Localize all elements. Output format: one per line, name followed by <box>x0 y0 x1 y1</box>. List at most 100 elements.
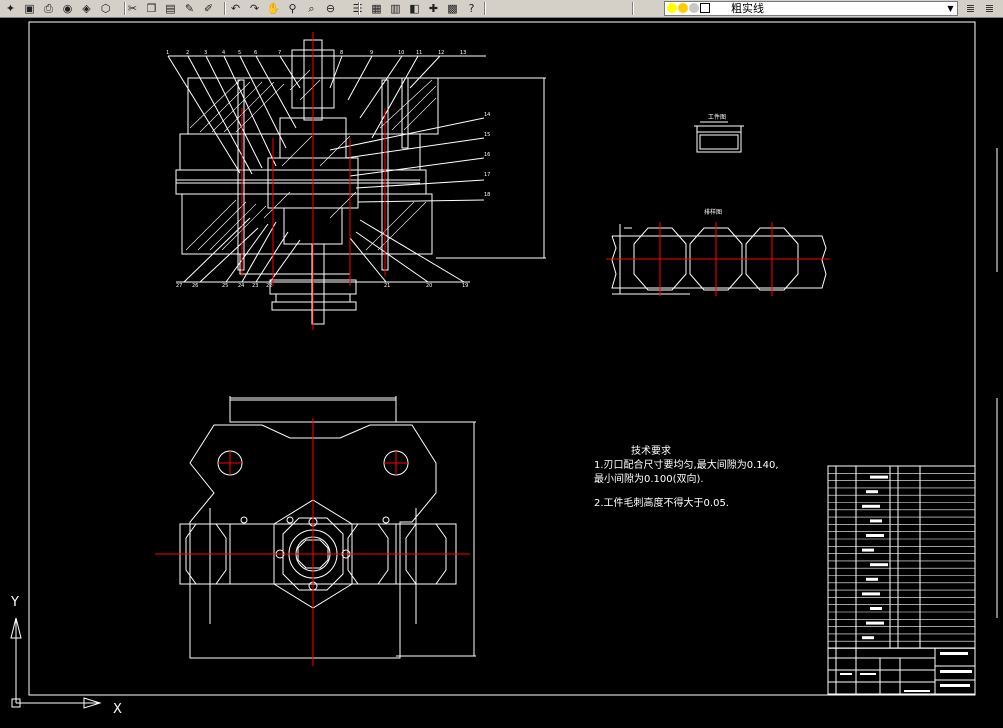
zoom-realtime-button[interactable]: ⚲ <box>284 1 301 16</box>
workpiece-drawing <box>694 121 744 153</box>
callout-number: 18 <box>484 192 490 198</box>
paste-icon: ▤ <box>165 2 176 15</box>
layer-previous-button[interactable]: ≣ <box>981 1 998 16</box>
design-center-icon: ▦ <box>371 2 382 15</box>
layer-name: 粗实线 <box>731 2 764 15</box>
tech-requirement-1b: 最小间隙为0.100(双向). <box>594 474 704 485</box>
parts-row-text-mark <box>870 563 888 567</box>
zoom-window-icon: ⌕ <box>308 2 315 15</box>
tool-palette-icon: ▥ <box>390 2 401 15</box>
callout-number: 5 <box>238 50 241 56</box>
markup-button[interactable]: ✚ <box>425 1 442 16</box>
preview-button[interactable]: ◉ <box>59 1 76 16</box>
design-center-button[interactable]: ▦ <box>368 1 385 16</box>
match-prop-icon: ✎ <box>184 2 195 15</box>
toolbar-separator <box>224 2 226 15</box>
help-icon: ? <box>468 2 475 15</box>
paste-button[interactable]: ▤ <box>162 1 179 16</box>
parts-row-text-mark <box>862 548 874 552</box>
parts-row-text-mark <box>866 621 884 625</box>
match-prop-button[interactable]: ✎ <box>181 1 198 16</box>
cut-button[interactable]: ✂ <box>124 1 141 16</box>
zoom-window-button[interactable]: ⌕ <box>303 1 320 16</box>
save-button[interactable]: ▣ <box>21 1 38 16</box>
chevron-down-icon[interactable]: ▼ <box>944 2 957 15</box>
callout-number: 15 <box>484 132 490 138</box>
callout-number: 17 <box>484 172 490 178</box>
callout-number: 2 <box>186 50 189 56</box>
layer-dropdown[interactable]: 粗实线 ▼ <box>664 1 958 16</box>
callout-number: 13 <box>460 50 466 56</box>
callout-number: 21 <box>384 283 390 289</box>
parts-list-table <box>827 465 976 695</box>
new-button[interactable]: ✦ <box>2 1 19 16</box>
copy-icon: ❐ <box>146 2 157 15</box>
pan-icon: ✋ <box>266 2 281 15</box>
cut-icon: ✂ <box>127 2 138 15</box>
sheet-set-button[interactable]: ◧ <box>406 1 423 16</box>
plot-button[interactable]: ⬡ <box>97 1 114 16</box>
print-button[interactable]: ⎙ <box>40 1 57 16</box>
pan-button[interactable]: ✋ <box>265 1 282 16</box>
plan-centerlines <box>155 418 470 666</box>
callout-number: 26 <box>192 283 198 289</box>
tech-requirement-1: 1.刃口配合尺寸要均匀,最大间隙为0.140, <box>594 460 779 471</box>
layer-lock-icon <box>689 3 699 13</box>
help-button[interactable]: ? <box>463 1 480 16</box>
callout-number: 20 <box>426 283 432 289</box>
callout-number: 4 <box>222 50 225 56</box>
callout-number: 12 <box>438 50 444 56</box>
drawing-canvas[interactable]: 1 2 3 4 5 6 7 8 9 10 11 12 13 14 15 16 17 18 27 26 25 24 23 2… <box>0 18 1003 728</box>
calculator-icon: ▩ <box>447 2 458 15</box>
sheet-set-icon: ◧ <box>409 2 420 15</box>
publish-button[interactable]: ◈ <box>78 1 95 16</box>
parts-row-text-mark <box>866 490 878 494</box>
ucs-y-label: Y <box>10 595 19 610</box>
section-centerlines <box>241 32 386 330</box>
copy-button[interactable]: ❐ <box>143 1 160 16</box>
block-edit-button[interactable]: ✐ <box>200 1 217 16</box>
callout-number: 6 <box>254 50 257 56</box>
parts-row-text-mark <box>866 577 878 581</box>
callout-number: 11 <box>416 50 422 56</box>
redo-button[interactable]: ↷ <box>246 1 263 16</box>
callouts-top: 1 2 3 4 5 6 7 8 9 10 11 12 13 <box>166 50 466 56</box>
tech-requirements-title: 技术要求 <box>631 446 671 457</box>
layer-manager-button[interactable]: ≣ <box>962 1 979 16</box>
toolbar-separator <box>632 2 634 15</box>
parts-row-text-mark <box>862 504 880 508</box>
new-icon: ✦ <box>5 2 16 15</box>
parts-list-rows <box>828 472 975 649</box>
calculator-button[interactable]: ▩ <box>444 1 461 16</box>
callout-number: 7 <box>278 50 281 56</box>
layer-freeze-icon <box>678 3 688 13</box>
undo-button[interactable]: ↶ <box>227 1 244 16</box>
zoom-realtime-icon: ⚲ <box>288 2 297 15</box>
preview-icon: ◉ <box>62 2 73 15</box>
markup-icon: ✚ <box>428 2 439 15</box>
parts-row-text-mark <box>870 607 882 610</box>
layout-label: 排样图 <box>704 208 722 216</box>
callout-number: 1 <box>166 50 169 56</box>
callout-number: 22 <box>266 283 272 289</box>
callout-number: 27 <box>176 283 182 289</box>
layer-color-icon <box>700 3 710 13</box>
block-edit-icon: ✐ <box>203 2 214 15</box>
publish-icon: ◈ <box>82 2 91 15</box>
callout-number: 10 <box>398 50 404 56</box>
standard-toolbar: ✦ ▣ ⎙ ◉ ◈ ⬡ ✂ ❐ ▤ ✎ ✐ ↶ ↷ ✋ ⚲ ⌕ ⊖ ☰ ▦ ▥ ◧ ✚ ▩? 粗实线 ▼ ≣ ≣ <box>0 0 1003 18</box>
parts-row-text-mark <box>870 519 882 523</box>
drawing-border <box>28 21 976 696</box>
workpiece-label: 工件图 <box>708 113 726 121</box>
layer-on-icon <box>667 3 677 13</box>
drawing-svg: 1 2 3 4 5 6 7 8 9 10 11 12 13 1415161718 27 26 25 24 23 2… <box>10 21 998 717</box>
callout-number: 14 <box>484 112 490 118</box>
callout-number: 25 <box>222 283 228 289</box>
tool-palette-button[interactable]: ▥ <box>387 1 404 16</box>
zoom-previous-button[interactable]: ⊖ <box>322 1 339 16</box>
die-plan-view <box>179 396 476 659</box>
callout-number: 9 <box>370 50 373 56</box>
callout-number: 16 <box>484 152 490 158</box>
tech-requirement-2: 2.工件毛刺高度不得大于0.05. <box>594 498 729 509</box>
parts-row-text-mark <box>870 475 888 479</box>
